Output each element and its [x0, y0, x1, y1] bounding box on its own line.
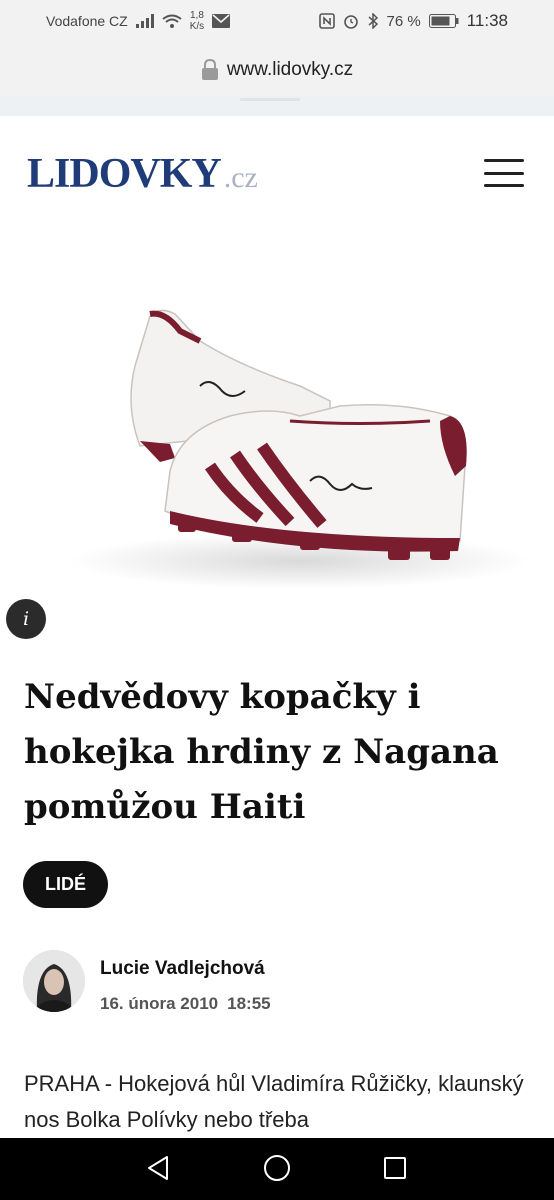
- publish-date: 16. února 2010: [100, 994, 219, 1013]
- author-photo: [23, 950, 85, 1012]
- url-text[interactable]: www.lidovky.cz: [227, 59, 353, 81]
- site-logo[interactable]: LIDOVKY .cz: [27, 150, 258, 198]
- info-icon[interactable]: i: [6, 599, 46, 639]
- speed-value: 1,8: [190, 10, 204, 21]
- status-bar: Vodafone CZ 1,8 K/s 76 % 11:38: [0, 0, 554, 42]
- address-bar[interactable]: www.lidovky.cz: [0, 42, 554, 98]
- author-name[interactable]: Lucie Vadlejchová: [100, 958, 265, 980]
- status-right: 76 % 11:38: [318, 11, 508, 31]
- system-navigation-bar: [0, 1138, 554, 1200]
- battery-icon: [428, 14, 459, 28]
- status-left: Vodafone CZ 1,8 K/s: [46, 10, 231, 32]
- mail-icon: [212, 14, 231, 28]
- nfc-icon: [318, 13, 335, 29]
- clock: 11:38: [466, 11, 508, 30]
- football-boots-image: [70, 309, 530, 589]
- site-header: LIDOVKY .cz: [0, 116, 554, 226]
- signal-icon: [135, 14, 154, 28]
- alarm-icon: [343, 15, 358, 29]
- speed-unit: K/s: [189, 21, 205, 32]
- publish-time: 18:55: [227, 994, 271, 1013]
- article-image: [0, 226, 554, 651]
- publish-datetime: 16. února 2010 18:55: [100, 994, 280, 1014]
- hamburger-icon[interactable]: [482, 156, 526, 190]
- battery-percent: 76 %: [386, 12, 421, 30]
- network-speed: 1,8 K/s: [190, 10, 204, 32]
- lock-icon: [201, 59, 218, 80]
- back-triangle-icon[interactable]: [143, 1153, 173, 1183]
- wifi-icon: [162, 14, 182, 28]
- recents-square-icon[interactable]: [380, 1153, 410, 1183]
- bluetooth-icon: [368, 13, 378, 29]
- carrier-label: Vodafone CZ: [46, 13, 128, 29]
- page-load-indicator: [0, 96, 554, 116]
- category-tag[interactable]: LIDÉ: [23, 861, 109, 908]
- author-row: Lucie Vadlejchová 16. února 2010 18:55: [23, 950, 523, 1014]
- home-circle-icon[interactable]: [262, 1153, 292, 1183]
- logo-suffix-text: .cz: [223, 161, 258, 194]
- logo-main-text: LIDOVKY: [27, 151, 222, 197]
- author-avatar[interactable]: [23, 950, 85, 1012]
- article-body-preview: PRAHA - Hokejová hůl Vladimíra Růžičky, …: [24, 1071, 524, 1132]
- article-headline: Nedvědovy kopačky i hokejka hrdiny z Nag…: [24, 677, 499, 827]
